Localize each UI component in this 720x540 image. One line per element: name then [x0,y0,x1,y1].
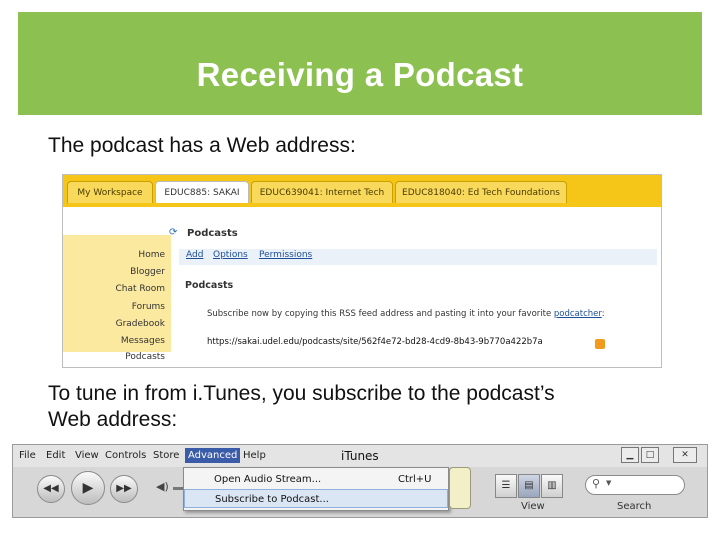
intro-text: The podcast has a Web address: [48,134,356,157]
minimize-icon[interactable]: ▁ [621,447,639,463]
tab-educ639041[interactable]: EDUC639041: Internet Tech [251,181,393,203]
feed-url[interactable]: https://sakai.udel.edu/podcasts/site/562… [207,337,543,347]
menu-controls[interactable]: Controls [105,450,146,461]
next-button[interactable]: ▶▶ [110,475,138,503]
sakai-tab-bar: My Workspace EDUC885: SAKAI EDUC639041: … [63,175,661,203]
nav-podcasts[interactable]: Podcasts [63,352,171,367]
menu-edit[interactable]: Edit [46,450,65,461]
menu-advanced[interactable]: Advanced [185,448,241,463]
play-button[interactable]: ▶ [71,471,105,505]
title-banner: Receiving a Podcast [18,12,702,115]
subscribe-to-podcast-item[interactable]: Subscribe to Podcast... [184,489,448,508]
nav-chat-room[interactable]: Chat Room [115,284,165,294]
nav-blogger[interactable]: Blogger [130,267,165,277]
itunes-text: To tune in from i.Tunes, you subscribe t… [48,381,555,433]
open-audio-stream-item[interactable]: Open Audio Stream... Ctrl+U [184,470,448,489]
album-view-button[interactable]: ▤ [518,474,540,498]
advanced-menu-dropdown: Open Audio Stream... Ctrl+U Subscribe to… [183,467,449,511]
sakai-screenshot: My Workspace EDUC885: SAKAI EDUC639041: … [62,174,662,368]
tab-educ818040[interactable]: EDUC818040: Ed Tech Foundations [395,181,567,203]
volume-icon: ◀) [156,480,169,493]
rss-icon[interactable] [595,339,605,349]
options-link[interactable]: Options [213,250,248,260]
menu-store[interactable]: Store [153,450,179,461]
open-audio-stream-label: Open Audio Stream... [214,474,322,485]
sakai-main-panel: ⟳ Podcasts Add Options Permissions Podca… [169,223,657,363]
itunes-text-line-2: Web address: [48,408,178,431]
refresh-icon[interactable]: ⟳ [169,227,177,238]
play-icon: ▶ [82,480,94,496]
tool-title: Podcasts [187,228,238,239]
sakai-left-nav: Home Blogger Chat Room Forums Gradebook … [63,235,171,367]
subscribe-to-podcast-label: Subscribe to Podcast... [215,494,329,505]
fast-forward-icon: ▶▶ [116,483,132,494]
description-suffix: : [601,309,605,319]
slide-title: Receiving a Podcast [196,56,524,93]
search-icon: ⚲ [592,477,601,490]
tab-educ885[interactable]: EDUC885: SAKAI [155,181,249,203]
itunes-screenshot: File Edit View Controls Store Advanced H… [12,444,708,518]
coverflow-view-icon: ▥ [547,480,557,491]
menu-file[interactable]: File [19,450,36,461]
description-prefix: Subscribe now by copying this RSS feed a… [207,309,554,319]
maximize-icon[interactable]: □ [641,447,659,463]
tab-my-workspace[interactable]: My Workspace [67,181,153,203]
rewind-icon: ◀◀ [43,483,59,494]
nav-gradebook[interactable]: Gradebook [116,319,165,329]
sakai-tab-underline [63,203,661,207]
nav-forums[interactable]: Forums [132,302,165,312]
permissions-link[interactable]: Permissions [259,250,312,260]
add-link[interactable]: Add [186,250,203,260]
window-title: iTunes [341,449,379,463]
list-view-icon: ☰ [501,480,511,491]
list-view-button[interactable]: ☰ [495,474,517,498]
album-view-icon: ▤ [524,480,534,491]
coverflow-view-button[interactable]: ▥ [541,474,563,498]
search-input[interactable]: ⚲ ▼ [585,475,685,495]
podcasts-heading: Podcasts [185,280,234,291]
close-icon[interactable]: ✕ [673,447,697,463]
itunes-menubar: File Edit View Controls Store Advanced H… [13,445,707,467]
subscribe-description: Subscribe now by copying this RSS feed a… [207,309,605,319]
view-label: View [521,501,545,512]
menu-help[interactable]: Help [243,450,266,461]
menu-view[interactable]: View [75,450,99,461]
previous-button[interactable]: ◀◀ [37,475,65,503]
nav-messages[interactable]: Messages [121,336,165,346]
nav-home[interactable]: Home [138,250,165,260]
status-display [449,467,471,509]
tool-links-bar: Add Options Permissions [179,249,657,265]
itunes-text-line-1: To tune in from i.Tunes, you subscribe t… [48,382,555,405]
open-audio-stream-shortcut: Ctrl+U [398,474,432,485]
podcatcher-link[interactable]: podcatcher [554,309,602,319]
search-label: Search [617,501,652,512]
chevron-down-icon: ▼ [606,479,612,487]
